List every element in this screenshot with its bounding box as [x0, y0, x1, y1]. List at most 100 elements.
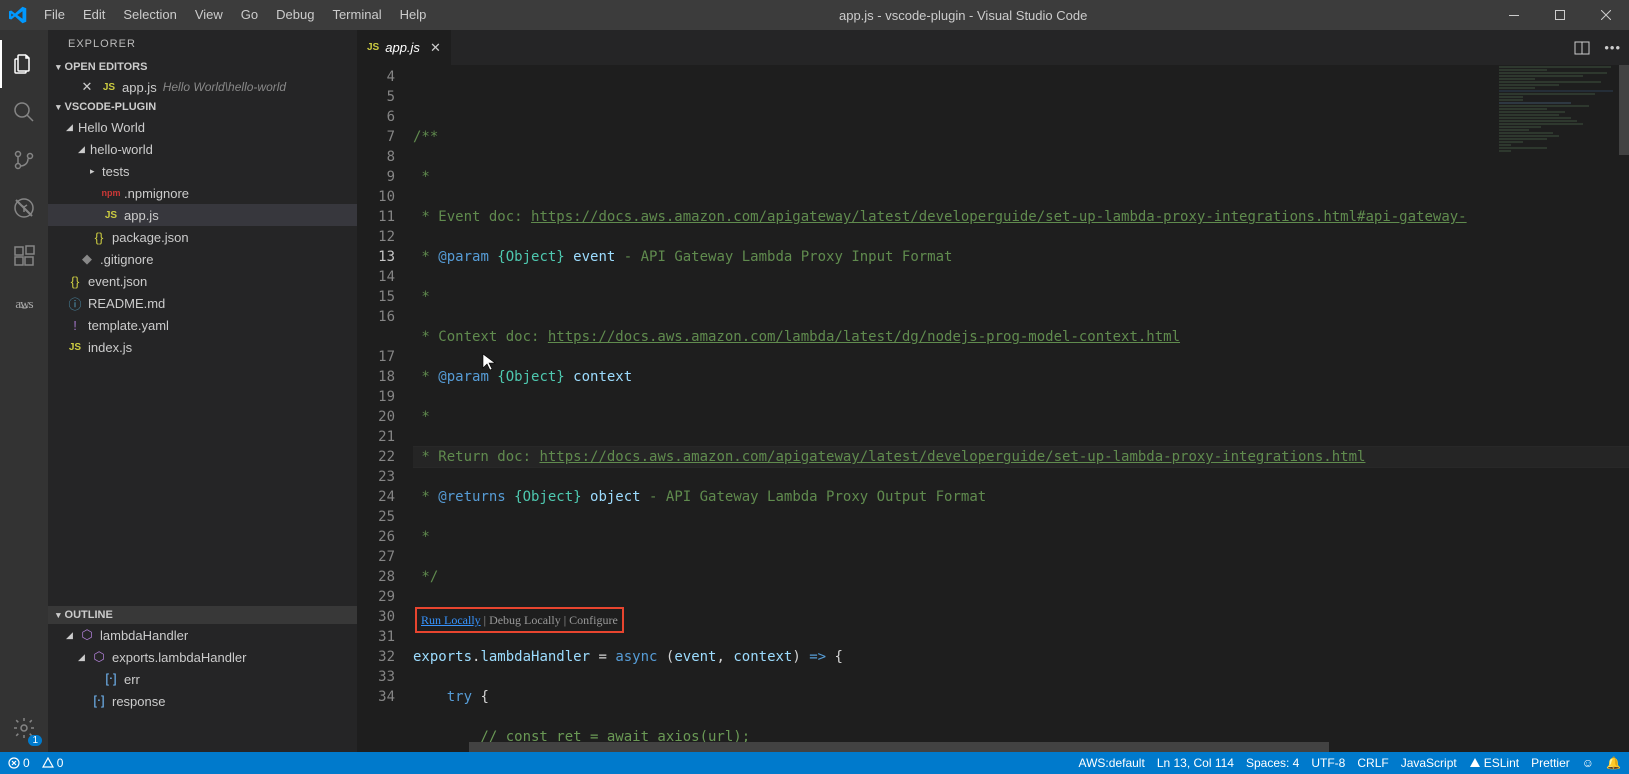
project-section[interactable]: VSCODE-PLUGIN [48, 98, 357, 116]
menu-selection[interactable]: Selection [114, 0, 185, 30]
menu-edit[interactable]: Edit [74, 0, 114, 30]
vscode-logo-icon [0, 6, 35, 24]
search-icon[interactable] [0, 88, 48, 136]
file-packagejson[interactable]: {} package.json [48, 226, 357, 248]
codelens-debug-locally[interactable]: Debug Locally [489, 613, 561, 627]
outline-lambdahandler[interactable]: ◢⬡lambdaHandler [48, 624, 357, 646]
status-eslint[interactable]: ESLint [1469, 756, 1519, 770]
outline-label: response [112, 694, 165, 709]
outline-label: err [124, 672, 140, 687]
menu-go[interactable]: Go [232, 0, 267, 30]
codelens-configure[interactable]: Configure [569, 613, 618, 627]
close-button[interactable] [1583, 0, 1629, 30]
settings-badge: 1 [28, 735, 42, 746]
folder-tests[interactable]: ▸tests [48, 160, 357, 182]
activity-bar: aws⌣ 1 [0, 30, 48, 752]
js-file-icon: JS [367, 42, 379, 53]
code-area[interactable]: 4567891011121314151617181920212223242526… [357, 65, 1629, 752]
vertical-scrollbar[interactable] [1615, 65, 1629, 752]
status-prettier[interactable]: Prettier [1531, 756, 1570, 770]
menu-view[interactable]: View [186, 0, 232, 30]
tab-bar: JS app.js ✕ ••• [357, 30, 1629, 65]
menu-terminal[interactable]: Terminal [323, 0, 390, 30]
extensions-icon[interactable] [0, 232, 48, 280]
debug-icon[interactable] [0, 184, 48, 232]
tab-appjs[interactable]: JS app.js ✕ [357, 30, 452, 65]
status-warnings[interactable]: 0 [42, 756, 64, 770]
folder-hello-world[interactable]: ◢Hello World [48, 116, 357, 138]
file-appjs[interactable]: JSapp.js [48, 204, 357, 226]
file-label: package.json [112, 230, 189, 245]
tab-label: app.js [385, 40, 420, 55]
file-label: index.js [88, 340, 132, 355]
outline-response[interactable]: [⋅] response [48, 690, 357, 712]
titlebar: File Edit Selection View Go Debug Termin… [0, 0, 1629, 30]
aws-icon[interactable]: aws⌣ [0, 280, 48, 328]
open-editor-hint: Hello World\hello-world [163, 80, 286, 94]
file-npmignore[interactable]: npm.npmignore [48, 182, 357, 204]
codelens-run-locally[interactable]: Run Locally [421, 613, 481, 627]
file-eventjson[interactable]: {} event.json [48, 270, 357, 292]
file-templateyaml[interactable]: ! template.yaml [48, 314, 357, 336]
sidebar-title: EXPLORER [48, 30, 357, 58]
js-file-icon: JS [66, 342, 84, 353]
file-indexjs[interactable]: JS index.js [48, 336, 357, 358]
npm-file-icon: npm [102, 188, 120, 198]
horizontal-scrollbar[interactable] [469, 742, 1615, 752]
json-file-icon: {} [66, 274, 84, 289]
status-bell-icon[interactable]: 🔔 [1606, 756, 1621, 770]
codelens: Run Locally | Debug Locally | Configure [413, 607, 1629, 627]
statusbar: 0 0 AWS:default Ln 13, Col 114 Spaces: 4… [0, 752, 1629, 774]
js-file-icon: JS [100, 82, 118, 93]
minimap[interactable] [1495, 65, 1615, 185]
outline-section[interactable]: OUTLINE [48, 606, 357, 624]
folder-label: hello-world [90, 142, 153, 157]
status-feedback-icon[interactable]: ☺ [1582, 756, 1594, 770]
split-editor-icon[interactable] [1574, 40, 1590, 56]
file-readme[interactable]: ⓘ README.md [48, 292, 357, 314]
editor: JS app.js ✕ ••• 456789101112131415161718… [357, 30, 1629, 752]
status-language[interactable]: JavaScript [1401, 756, 1457, 770]
menu-debug[interactable]: Debug [267, 0, 323, 30]
menu-file[interactable]: File [35, 0, 74, 30]
code-lines[interactable]: /** * * Event doc: https://docs.aws.amaz… [413, 65, 1629, 752]
file-label: event.json [88, 274, 147, 289]
folder-label: tests [102, 164, 129, 179]
variable-icon: [⋅] [90, 693, 108, 709]
sidebar: EXPLORER OPEN EDITORS ✕ JS app.js Hello … [48, 30, 357, 752]
status-errors[interactable]: 0 [8, 756, 30, 770]
maximize-button[interactable] [1537, 0, 1583, 30]
minimize-button[interactable] [1491, 0, 1537, 30]
status-encoding[interactable]: UTF-8 [1311, 756, 1345, 770]
file-label: README.md [88, 296, 165, 311]
file-label: .gitignore [100, 252, 153, 267]
folder-hello-world-sub[interactable]: ◢hello-world [48, 138, 357, 160]
more-icon[interactable]: ••• [1604, 40, 1621, 55]
menu-bar: File Edit Selection View Go Debug Termin… [35, 0, 435, 30]
method-icon: ⬡ [78, 627, 96, 643]
file-label: template.yaml [88, 318, 169, 333]
status-position[interactable]: Ln 13, Col 114 [1157, 756, 1234, 770]
settings-icon[interactable]: 1 [0, 704, 48, 752]
js-file-icon: JS [102, 210, 120, 221]
explorer-icon[interactable] [0, 40, 48, 88]
outline-exports[interactable]: ◢⬡exports.lambdaHandler [48, 646, 357, 668]
variable-icon: [⋅] [102, 671, 120, 687]
close-icon[interactable]: ✕ [78, 79, 96, 95]
outline-label: lambdaHandler [100, 628, 188, 643]
status-eol[interactable]: CRLF [1357, 756, 1388, 770]
open-editor-label: app.js [122, 80, 157, 95]
window-title: app.js - vscode-plugin - Visual Studio C… [435, 8, 1491, 23]
outline-err[interactable]: [⋅] err [48, 668, 357, 690]
open-editors-section[interactable]: OPEN EDITORS [48, 58, 357, 76]
close-icon[interactable]: ✕ [430, 40, 441, 56]
status-aws[interactable]: AWS:default [1079, 756, 1145, 770]
open-editor-item[interactable]: ✕ JS app.js Hello World\hello-world [48, 76, 357, 98]
yaml-file-icon: ! [66, 318, 84, 333]
info-file-icon: ⓘ [66, 294, 84, 313]
status-spaces[interactable]: Spaces: 4 [1246, 756, 1299, 770]
source-control-icon[interactable] [0, 136, 48, 184]
menu-help[interactable]: Help [391, 0, 436, 30]
json-file-icon: {} [90, 230, 108, 245]
file-gitignore[interactable]: ◆.gitignore [48, 248, 357, 270]
